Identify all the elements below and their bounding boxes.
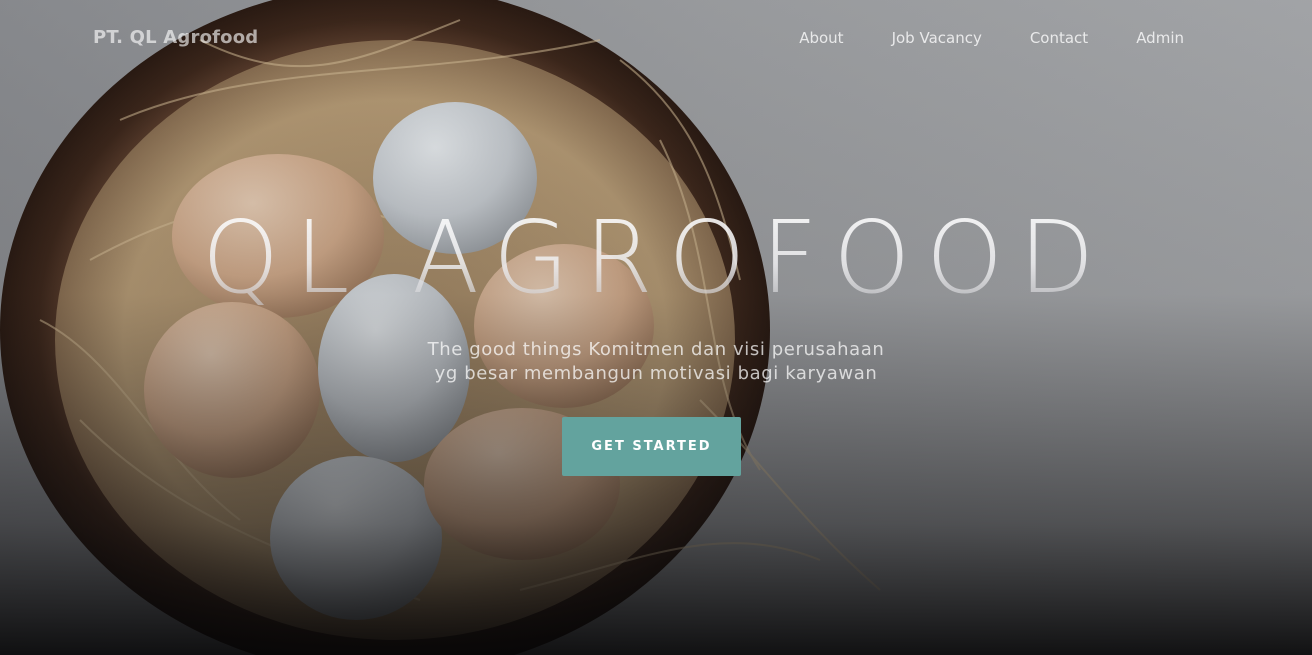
brand-logo-link[interactable]: PT. QL Agrofood [93,27,258,48]
hero-subtitle-line-1: The good things Komitmen dan visi perusa… [427,339,885,360]
hero-section: PT. QL Agrofood About Job Vacancy Contac… [0,0,1312,655]
hero-dark-overlay [0,0,1312,655]
nav-item-about: About [775,29,867,47]
top-navbar: PT. QL Agrofood About Job Vacancy Contac… [0,0,1312,78]
hero-subtitle-line-2: yg besar membangun motivasi bagi karyawa… [434,363,878,384]
nav-item-job-vacancy: Job Vacancy [868,29,1006,47]
nav-menu: About Job Vacancy Contact Admin [775,29,1208,47]
hero-subtitle: The good things Komitmen dan visi perusa… [0,338,1312,386]
nav-link-admin[interactable]: Admin [1112,29,1208,47]
nav-link-about[interactable]: About [775,29,867,47]
nav-link-contact[interactable]: Contact [1006,29,1112,47]
nav-link-job-vacancy[interactable]: Job Vacancy [868,29,1006,47]
hero-title: QL AGROFOOD [13,200,1299,316]
get-started-button[interactable]: GET STARTED [562,417,741,476]
nav-item-admin: Admin [1112,29,1208,47]
nav-item-contact: Contact [1006,29,1112,47]
